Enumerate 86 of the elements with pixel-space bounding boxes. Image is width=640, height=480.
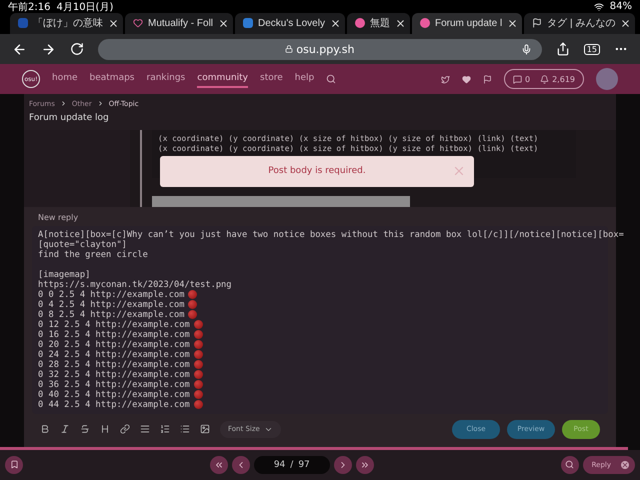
bell-icon bbox=[540, 74, 550, 84]
text-line: 0 4 2.5 4 http://example.com bbox=[38, 300, 184, 310]
bookmark-button[interactable] bbox=[5, 456, 23, 474]
notification-pill[interactable]: 0 2,619 bbox=[504, 69, 584, 90]
flag-icon[interactable] bbox=[483, 74, 492, 84]
lock-icon bbox=[285, 45, 294, 54]
reload-icon[interactable] bbox=[70, 42, 84, 56]
tab-count[interactable]: 15 bbox=[584, 44, 600, 55]
text-line: 0 24 2.5 4 http://example.com bbox=[38, 350, 190, 360]
nav-link[interactable]: community bbox=[197, 70, 248, 88]
heart-icon[interactable] bbox=[462, 74, 471, 84]
text-line: 0 12 2.5 4 http://example.com bbox=[38, 320, 190, 330]
flag-icon bbox=[532, 18, 542, 28]
close-icon[interactable] bbox=[108, 18, 119, 29]
close-icon[interactable] bbox=[330, 18, 341, 29]
board-icon bbox=[243, 18, 254, 28]
text-line: 0 20 2.5 4 http://example.com bbox=[38, 340, 190, 350]
text-line: 0 40 2.5 4 http://example.com bbox=[38, 390, 190, 400]
microphone-icon[interactable] bbox=[520, 44, 532, 55]
chat-count: 0 bbox=[525, 74, 530, 84]
browser-tab[interactable]: Mutualify - Foll bbox=[125, 13, 234, 34]
text-line: 0 28 2.5 4 http://example.com bbox=[38, 360, 190, 370]
close-icon[interactable] bbox=[394, 18, 406, 29]
link-icon[interactable] bbox=[120, 424, 130, 434]
double-chevron-right-icon bbox=[360, 460, 370, 470]
italic-icon[interactable] bbox=[60, 424, 70, 434]
text-line: 0 16 2.5 4 http://example.com bbox=[38, 330, 190, 340]
circle-icon bbox=[354, 18, 365, 28]
nav-link[interactable]: rankings bbox=[146, 70, 186, 88]
bullet-list-icon[interactable] bbox=[180, 424, 190, 434]
chat-icon bbox=[513, 74, 522, 84]
nav-link[interactable]: store bbox=[260, 70, 283, 88]
clock-text: 午前2:16 bbox=[8, 0, 50, 14]
close-icon[interactable] bbox=[218, 18, 230, 29]
numbered-list-icon[interactable] bbox=[160, 424, 170, 434]
topic-title: Forum update log bbox=[29, 112, 110, 123]
back-icon[interactable] bbox=[12, 42, 27, 57]
chevron-icon bbox=[96, 100, 104, 107]
text-line: [quote="clayton"] bbox=[38, 240, 127, 250]
nav-link[interactable]: home bbox=[52, 70, 78, 88]
browser-tab[interactable]: 「ぼけ」の意味 bbox=[10, 13, 123, 34]
notification-count: 2,619 bbox=[552, 74, 575, 84]
circle-icon bbox=[420, 18, 430, 28]
browser-tab[interactable]: 無題 bbox=[346, 13, 410, 34]
text-line: 0 44 2.5 4 http://example.com bbox=[38, 400, 190, 410]
heart-icon bbox=[133, 18, 143, 28]
reply-heading: New reply bbox=[37, 212, 80, 222]
browser-tab[interactable]: Decku's Lovely bbox=[235, 13, 345, 34]
browser-tab[interactable]: Forum update l bbox=[412, 13, 522, 34]
text-line: 0 8 2.5 4 http://example.com bbox=[38, 310, 184, 320]
last-page-button[interactable] bbox=[356, 456, 374, 474]
page-indicator[interactable]: 94 / 97 bbox=[254, 456, 330, 474]
text-line: 0 36 2.5 4 http://example.com bbox=[38, 380, 190, 390]
close-icon[interactable] bbox=[620, 18, 632, 29]
text-line: [imagemap] bbox=[38, 270, 90, 280]
nav-link[interactable]: beatmaps bbox=[90, 70, 134, 88]
date-text: 4月10日(月) bbox=[56, 0, 114, 14]
battery-text: 84% bbox=[610, 1, 632, 12]
text-line: find the green circle bbox=[38, 250, 148, 260]
text-line: 0 0 2.5 4 http://example.com bbox=[38, 290, 184, 300]
bold-icon[interactable] bbox=[40, 424, 50, 434]
strikethrough-icon[interactable] bbox=[80, 424, 90, 434]
share-icon[interactable] bbox=[556, 42, 570, 56]
address-field[interactable]: osu.ppy.sh bbox=[98, 38, 542, 60]
bookmark-icon bbox=[10, 460, 18, 470]
heading-icon[interactable] bbox=[100, 424, 110, 434]
chevron-icon bbox=[60, 100, 67, 107]
paragraph-icon[interactable] bbox=[140, 424, 150, 434]
text-line: 0 32 2.5 4 http://example.com bbox=[38, 370, 190, 380]
first-page-button[interactable] bbox=[210, 456, 228, 474]
error-message: Post body is required. bbox=[268, 166, 366, 176]
document-icon bbox=[18, 18, 28, 28]
text-line: A[notice][box=[c]Why can’t you just have two notice boxes without this random box lol[/c]][/notice][notice][box= bbox=[38, 230, 624, 240]
forward-icon[interactable] bbox=[41, 42, 56, 57]
image-icon[interactable] bbox=[200, 424, 210, 434]
bird-icon[interactable] bbox=[441, 74, 450, 84]
wifi-icon bbox=[594, 2, 604, 12]
double-chevron-left-icon bbox=[214, 460, 224, 470]
search-icon bbox=[565, 460, 574, 470]
search-button[interactable] bbox=[560, 456, 579, 474]
text-line: https://s.myconan.tk/2023/04/test.png bbox=[38, 280, 232, 290]
nav-link[interactable]: help bbox=[294, 70, 314, 88]
close-icon bbox=[621, 460, 629, 469]
search-icon[interactable] bbox=[326, 74, 336, 84]
browser-tab[interactable]: タグ | みんなの bbox=[524, 13, 636, 34]
close-icon[interactable] bbox=[507, 18, 518, 29]
